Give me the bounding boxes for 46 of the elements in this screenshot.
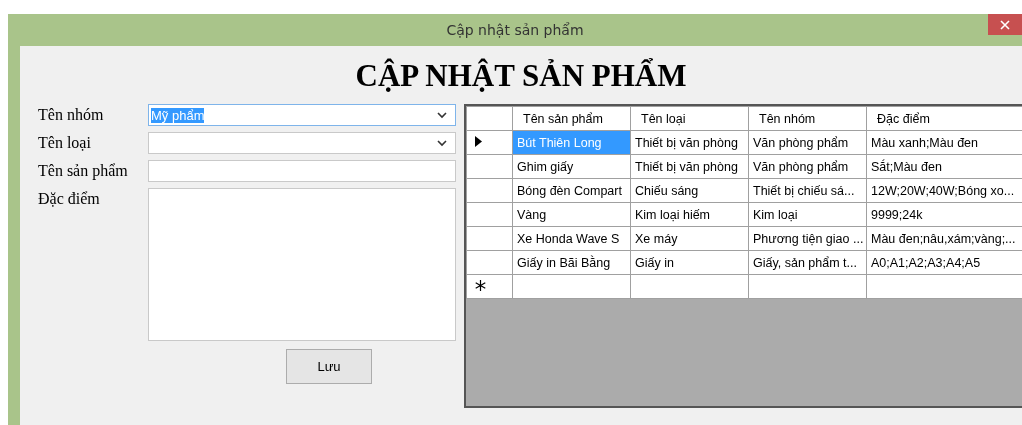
table-cell: Phương tiện giao ...: [748, 226, 867, 251]
table-cell: Vàng: [512, 202, 631, 227]
asterisk-icon: [475, 279, 486, 291]
table-cell: Thiết bị văn phòng: [630, 154, 749, 179]
window-title: Cập nhật sản phẩm: [446, 22, 584, 38]
close-button[interactable]: [988, 14, 1022, 35]
row-header[interactable]: [466, 130, 513, 155]
table-cell: Văn phòng phẩm: [748, 154, 867, 179]
chevron-down-icon: [437, 139, 447, 147]
table-cell: Sắt;Màu đen: [866, 154, 1022, 179]
table-cell: Thiết bị văn phòng: [630, 130, 749, 155]
field-label: Tên loại: [38, 133, 92, 153]
column-header[interactable]: Tên nhóm: [748, 106, 867, 131]
column-header[interactable]: Tên loại: [630, 106, 749, 131]
table-cell: Chiếu sáng: [630, 178, 749, 203]
form-heading: CẬP NHẬT SẢN PHẨM: [354, 57, 688, 95]
table-cell: Kim loại: [748, 202, 867, 227]
table-cell: 9999;24k: [866, 202, 1022, 227]
text-field[interactable]: [148, 160, 456, 182]
table-cell: Giấy in Bãi Bằng: [512, 250, 631, 275]
table-cell: Xe máy: [630, 226, 749, 251]
field-value: Mỹ phẩm: [151, 107, 205, 123]
table-cell: Văn phòng phẩm: [748, 130, 867, 155]
table-cell: A0;A1;A2;A3;A4;A5: [866, 250, 1022, 275]
close-icon: [1000, 19, 1010, 30]
table-cell: Bóng đèn Compart: [512, 178, 631, 203]
dropdown-field[interactable]: [148, 132, 456, 154]
table-cell: Màu xanh;Màu đen: [866, 130, 1022, 155]
table-cell: Giấy, sản phẩm t...: [748, 250, 867, 275]
chevron-down-icon: [437, 111, 447, 119]
field-label: Tên sản phẩm: [38, 161, 129, 182]
field-label: Tên nhóm: [38, 105, 105, 125]
column-header[interactable]: Đặc điểm: [866, 106, 1022, 131]
table-cell: Màu đen;nâu,xám;vàng;...: [866, 226, 1022, 251]
table-cell: Kim loại hiếm: [630, 202, 749, 227]
table-cell: Giấy in: [630, 250, 749, 275]
current-row-icon: [475, 135, 482, 147]
save-button[interactable]: Lưu: [286, 349, 372, 384]
table-cell: Bút Thiên Long: [512, 130, 631, 155]
row-header[interactable]: [466, 274, 513, 299]
column-header[interactable]: Tên sản phẩm: [512, 106, 631, 131]
table-cell: Thiết bị chiếu sá...: [748, 178, 867, 203]
table-cell: 12W;20W;40W;Bóng xo...: [866, 178, 1022, 203]
table-cell: Xe Honda Wave S: [512, 226, 631, 251]
table-cell: Ghim giấy: [512, 154, 631, 179]
field-label: Đặc điểm: [38, 189, 101, 209]
